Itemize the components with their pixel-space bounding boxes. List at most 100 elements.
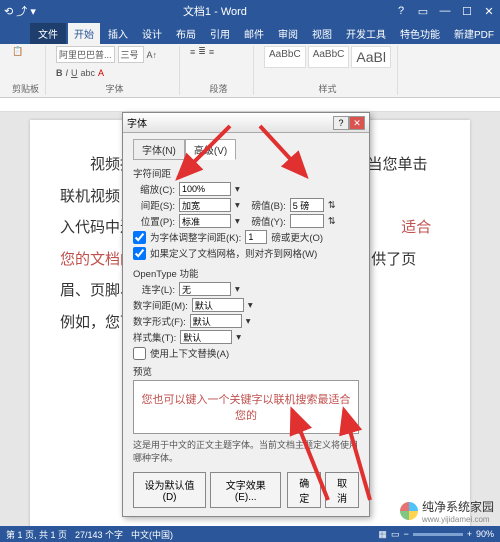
help-icon[interactable]: ? [394, 5, 408, 18]
font-color-icon[interactable]: A [98, 68, 104, 78]
dialog-tab-font[interactable]: 字体(N) [133, 139, 185, 160]
italic-button[interactable]: I [66, 68, 69, 78]
opentype-label: OpenType 功能 [133, 266, 359, 280]
dialog-tab-advanced[interactable]: 高级(V) [185, 139, 236, 160]
font-size-combo[interactable]: 三号 [118, 46, 144, 63]
position-combo[interactable] [179, 214, 231, 228]
text-effects-button[interactable]: 文字效果(E)... [210, 472, 281, 508]
preview-label: 预览 [133, 364, 359, 378]
spinner-icon[interactable]: ⇅ [328, 200, 336, 211]
styleset-combo[interactable] [180, 330, 232, 344]
ribbon-toggle-icon[interactable]: ▭ [416, 5, 430, 18]
maximize-icon[interactable]: ☐ [460, 5, 474, 18]
tab-home[interactable]: 开始 [68, 23, 100, 44]
close-icon[interactable]: ✕ [482, 5, 496, 18]
kerning-unit: 磅或更大(O) [271, 230, 323, 244]
tab-design[interactable]: 设计 [136, 23, 168, 44]
ok-button[interactable]: 确定 [287, 472, 321, 508]
watermark-url: www.yijidamei.com [422, 515, 494, 524]
scale-label: 缩放(C): [133, 182, 175, 196]
ruler [0, 98, 500, 112]
snapgrid-checkbox[interactable] [133, 247, 146, 260]
dialog-body: 字体(N) 高级(V) 字符间距 缩放(C): ▾ 间距(S): ▾ 磅值(B)… [123, 133, 369, 516]
align-icon[interactable]: ≡ [209, 47, 214, 57]
style-nospace[interactable]: AaBbC [308, 46, 350, 68]
group-clipboard: 📋 剪贴板 [6, 46, 46, 95]
dropdown-icon[interactable]: ▾ [235, 200, 240, 211]
window-buttons: ? ▭ — ☐ ✕ [394, 5, 496, 18]
word-count[interactable]: 27/143 个字 [75, 528, 123, 541]
tab-references[interactable]: 引用 [204, 23, 236, 44]
tab-mailings[interactable]: 邮件 [238, 23, 270, 44]
dropdown-icon[interactable]: ▾ [235, 284, 240, 295]
numform-label: 数字形式(F): [133, 314, 186, 328]
tab-insert[interactable]: 插入 [102, 23, 134, 44]
spacing-label: 间距(S): [133, 198, 175, 212]
group-label: 字体 [56, 82, 173, 95]
font-dialog: 字体 ? ✕ 字体(N) 高级(V) 字符间距 缩放(C): ▾ 间距(S): … [122, 112, 370, 517]
page-status[interactable]: 第 1 页, 共 1 页 [6, 528, 67, 541]
tab-review[interactable]: 审阅 [272, 23, 304, 44]
dropdown-icon[interactable]: ▾ [235, 184, 240, 195]
cancel-button[interactable]: 取消 [325, 472, 359, 508]
minimize-icon[interactable]: — [438, 5, 452, 18]
watermark: 纯净系统家园 www.yijidamei.com [400, 498, 494, 524]
ribbon: 📋 剪贴板 阿里巴巴普... 三号 A↑ B I U abc A 字体 ≡ ≣ … [0, 44, 500, 98]
scale-combo[interactable] [179, 182, 231, 196]
zoom-slider[interactable] [413, 533, 463, 536]
status-bar: 第 1 页, 共 1 页 27/143 个字 中文(中国) ▦ ▭ − + 90… [0, 526, 500, 542]
set-default-button[interactable]: 设为默认值(D) [133, 472, 206, 508]
dropdown-icon[interactable]: ▾ [248, 300, 253, 311]
dialog-close-icon[interactable]: ✕ [349, 116, 365, 130]
tab-layout[interactable]: 布局 [170, 23, 202, 44]
underline-button[interactable]: U [71, 68, 78, 78]
numbering-icon[interactable]: ≣ [198, 46, 206, 57]
dropdown-icon[interactable]: ▾ [236, 332, 241, 343]
zoom-in-icon[interactable]: + [467, 529, 472, 539]
bold-button[interactable]: B [56, 68, 63, 78]
bullets-icon[interactable]: ≡ [190, 47, 195, 57]
section-label: 字符间距 [133, 166, 359, 180]
kerning-input[interactable] [245, 230, 267, 244]
group-label: 段落 [190, 82, 247, 95]
paste-icon[interactable]: 📋 [12, 46, 23, 57]
window-titlebar: ⟲ ⤴ ▾ 文档1 - Word ? ▭ — ☐ ✕ [0, 0, 500, 22]
styleset-label: 样式集(T): [133, 330, 176, 344]
dropdown-icon[interactable]: ▾ [246, 316, 251, 327]
numform-combo[interactable] [190, 314, 242, 328]
view-print-icon[interactable]: ▦ [378, 529, 387, 540]
numspacing-label: 数字间距(M): [133, 298, 188, 312]
snapgrid-label: 如果定义了文档网格，则对齐到网格(W) [150, 246, 317, 260]
tab-newpdf[interactable]: 新建PDF [448, 23, 500, 44]
tab-view[interactable]: 视图 [306, 23, 338, 44]
zoom-out-icon[interactable]: − [403, 529, 408, 539]
style-heading1[interactable]: AaBl [351, 46, 391, 68]
quick-access: ⟲ ⤴ ▾ [4, 3, 36, 19]
dialog-help-icon[interactable]: ? [333, 116, 349, 130]
font-name-combo[interactable]: 阿里巴巴普... [56, 46, 115, 63]
font-grow-icon[interactable]: A↑ [147, 50, 158, 60]
position-pt-label: 磅值(Y): [244, 214, 286, 228]
dialog-note: 这是用于中文的正文主题字体。当前文档主题定义将使用哪种字体。 [133, 438, 359, 464]
group-paragraph: ≡ ≣ ≡ 段落 [184, 46, 254, 95]
ligature-label: 连字(L): [133, 282, 175, 296]
group-styles: AaBbC AaBbC AaBl 样式 [258, 46, 398, 95]
spacing-combo[interactable] [179, 198, 231, 212]
style-normal[interactable]: AaBbC [264, 46, 306, 68]
numspacing-combo[interactable] [192, 298, 244, 312]
kerning-checkbox[interactable] [133, 231, 146, 244]
language-status[interactable]: 中文(中国) [131, 528, 173, 541]
strike-button[interactable]: abc [81, 68, 96, 78]
view-read-icon[interactable]: ▭ [391, 529, 400, 540]
position-pt-input[interactable] [290, 214, 324, 228]
dropdown-icon[interactable]: ▾ [235, 216, 240, 227]
tab-special[interactable]: 特色功能 [394, 23, 446, 44]
ligature-combo[interactable] [179, 282, 231, 296]
zoom-level[interactable]: 90% [476, 529, 494, 539]
window-title: 文档1 - Word [183, 3, 247, 19]
spacing-pt-input[interactable] [290, 198, 324, 212]
contextual-checkbox[interactable] [133, 347, 146, 360]
file-tab[interactable]: 文件 [30, 23, 66, 44]
tab-developer[interactable]: 开发工具 [340, 23, 392, 44]
spinner-icon[interactable]: ⇅ [328, 216, 336, 227]
